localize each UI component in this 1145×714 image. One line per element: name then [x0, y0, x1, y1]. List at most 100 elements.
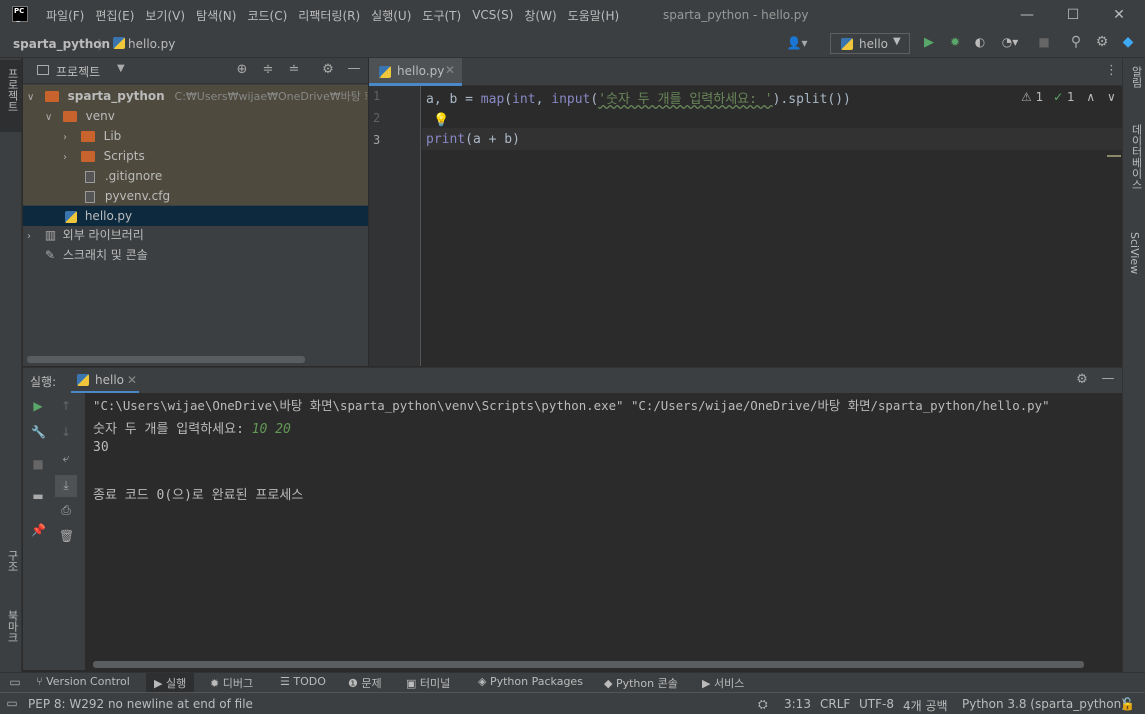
menu-navigate[interactable]: 탐색(N) — [196, 7, 236, 24]
bottom-tab-run[interactable]: ▶ 실행 — [146, 673, 195, 692]
rerun-icon[interactable]: ▶ — [31, 399, 45, 413]
debug-icon[interactable]: ✹ — [947, 35, 963, 49]
error-stripe-marker[interactable] — [1107, 155, 1121, 157]
breadcrumb-file[interactable]: hello.py — [128, 37, 175, 51]
bottom-tab-terminal[interactable]: ▣ 터미널 — [406, 675, 450, 691]
soft-wrap-icon[interactable]: ⤶ — [59, 451, 73, 466]
options-icon[interactable]: ⚙ — [321, 62, 335, 77]
stop-icon[interactable]: ■ — [1037, 35, 1051, 49]
editor-tab-bar: hello.py ✕ ⋮ — [369, 58, 1122, 86]
tree-row-root[interactable]: ∨ sparta_python C:₩Users₩wijae₩OneDrive₩… — [27, 86, 367, 106]
maximize-icon[interactable]: ☐ — [1064, 6, 1082, 24]
status-message[interactable]: PEP 8: W292 no newline at end of file — [28, 697, 253, 711]
tree-row-hello[interactable]: hello.py — [23, 206, 368, 226]
bottom-tab-version-control[interactable]: ⑂ Version Control — [36, 675, 130, 688]
locate-icon[interactable]: ⊕ — [235, 62, 249, 77]
settings-icon[interactable]: ⚙ — [1094, 34, 1110, 50]
editor-tab-label: hello.py — [397, 64, 445, 78]
user-icon[interactable]: 👤▾ — [786, 36, 808, 50]
project-tool-tab[interactable]: 프로젝트 — [0, 60, 22, 132]
settings-icon[interactable]: ⚙ — [1075, 372, 1089, 387]
structure-tool-label[interactable]: 구조 — [4, 550, 20, 572]
tree-row-pyvenv[interactable]: pyvenv.cfg — [85, 186, 170, 206]
bookmarks-tool-label[interactable]: 북마크 — [4, 610, 20, 643]
menu-code[interactable]: 코드(C) — [247, 7, 287, 24]
menu-view[interactable]: 보기(V) — [145, 7, 185, 24]
code-line-3[interactable]: print(a + b) — [426, 132, 520, 147]
horizontal-scrollbar[interactable] — [27, 356, 305, 363]
menu-window[interactable]: 창(W) — [524, 7, 556, 24]
tree-row-lib[interactable]: › Lib — [63, 126, 121, 146]
hide-icon[interactable]: — — [1101, 371, 1115, 386]
python-icon — [841, 38, 853, 50]
menu-edit[interactable]: 편집(E) — [95, 7, 134, 24]
menu-help[interactable]: 도움말(H) — [568, 7, 620, 24]
menu-file[interactable]: 파일(F) — [46, 7, 84, 24]
project-panel-title[interactable]: 프로젝트 — [56, 63, 100, 80]
bottom-tab-problems[interactable]: ❶ 문제 — [348, 675, 382, 691]
lightbulb-icon[interactable]: 💡 — [433, 113, 449, 128]
indent-setting[interactable]: 4개 공백 — [903, 697, 948, 714]
inspection-widget[interactable]: ⚠ 1 ✓ 1 ∧ ∨ — [1021, 90, 1116, 104]
stop-icon[interactable]: ■ — [31, 457, 45, 471]
scroll-to-end-toggle[interactable]: ⤓ — [55, 475, 77, 497]
run-tab-hello[interactable]: hello ✕ — [71, 368, 139, 394]
menu-tools[interactable]: 도구(T) — [422, 7, 461, 24]
close-tab-icon[interactable]: ✕ — [127, 373, 137, 387]
chevron-down-icon[interactable]: ▼ — [117, 63, 125, 74]
tree-row-venv[interactable]: ∨ venv — [45, 106, 115, 126]
tree-row-scratches[interactable]: ✎ 스크래치 및 콘솔 — [45, 245, 148, 265]
trash-icon[interactable]: 🗑 — [59, 529, 74, 543]
left-tool-strip: 프로젝트 구조 북마크 — [0, 58, 22, 692]
file-encoding[interactable]: UTF-8 — [859, 697, 894, 711]
expand-all-icon[interactable]: ≑ — [261, 62, 275, 77]
git-icon[interactable]: ⛭ — [758, 697, 768, 712]
bottom-tab-debug[interactable]: ✹ 디버그 — [210, 675, 253, 691]
bottom-tab-todo[interactable]: ☰ TODO — [280, 675, 326, 688]
layout-icon[interactable]: ▬ — [31, 489, 45, 503]
caret-position[interactable]: 3:13 — [784, 697, 811, 711]
sciview-tool-label[interactable]: SciView — [1128, 232, 1141, 274]
python-icon: ◆ — [604, 677, 616, 690]
notifications-tool-label[interactable]: 알림 — [1128, 66, 1144, 88]
bottom-tab-python-packages[interactable]: ◈ Python Packages — [478, 675, 583, 688]
close-tab-icon[interactable]: ✕ — [445, 63, 455, 77]
run-config-selector[interactable]: hello ▼ — [830, 33, 910, 54]
down-arrow-icon[interactable]: ↓ — [59, 425, 73, 439]
chevron-up-icon[interactable]: ∧ — [1086, 90, 1095, 104]
profile-icon[interactable]: ◔▾ — [996, 35, 1024, 49]
menu-vcs[interactable]: VCS(S) — [472, 8, 513, 22]
menu-run[interactable]: 실행(U) — [371, 7, 411, 24]
more-icon[interactable]: ⋮ — [1105, 63, 1118, 78]
search-icon[interactable]: ⚲ — [1068, 34, 1084, 50]
tree-row-external-libraries[interactable]: › ▥ 외부 라이브러리 — [27, 225, 144, 245]
bottom-tab-python-console[interactable]: ◆ Python 콘솔 — [604, 675, 678, 691]
print-icon[interactable]: ⎙ — [59, 503, 73, 518]
lock-icon[interactable]: 🔓 — [1120, 697, 1135, 711]
collapse-all-icon[interactable]: ≐ — [287, 62, 301, 77]
pin-icon[interactable]: 📌 — [31, 523, 46, 537]
toggle-panels-icon[interactable]: ▭ — [8, 675, 22, 689]
close-icon[interactable]: ✕ — [1110, 6, 1128, 24]
chevron-down-icon[interactable]: ∨ — [1107, 90, 1116, 104]
menu-refactor[interactable]: 리팩터링(R) — [298, 7, 360, 24]
hide-icon[interactable]: — — [347, 61, 361, 76]
line-separator[interactable]: CRLF — [820, 697, 850, 711]
layout-icon[interactable]: ▭ — [6, 696, 18, 710]
minimize-icon[interactable]: — — [1018, 6, 1036, 24]
breadcrumb-project[interactable]: sparta_python — [13, 37, 110, 51]
tree-row-gitignore[interactable]: .gitignore — [85, 166, 162, 186]
editor-tab-hello[interactable]: hello.py ✕ — [369, 58, 462, 86]
wrench-icon[interactable]: 🔧 — [31, 425, 46, 439]
database-tool-label[interactable]: 데이터베이스 — [1128, 124, 1144, 190]
console-prompt-line: 숫자 두 개를 입력하세요: 10 20 — [93, 418, 291, 437]
python-interpreter[interactable]: Python 3.8 (sparta_python) — [962, 697, 1126, 711]
run-icon[interactable]: ▶ — [922, 35, 936, 50]
code-line-1[interactable]: a, b = map(int, input('숫자 두 개를 입력하세요: ')… — [426, 88, 851, 107]
tree-row-scripts[interactable]: › Scripts — [63, 146, 145, 166]
jetbrains-icon[interactable]: ◆ — [1120, 34, 1136, 50]
horizontal-scrollbar[interactable] — [93, 661, 1084, 668]
bottom-tab-services[interactable]: ▶ 서비스 — [702, 675, 744, 691]
up-arrow-icon[interactable]: ↑ — [59, 399, 73, 413]
coverage-icon[interactable]: ◐ — [972, 35, 988, 49]
